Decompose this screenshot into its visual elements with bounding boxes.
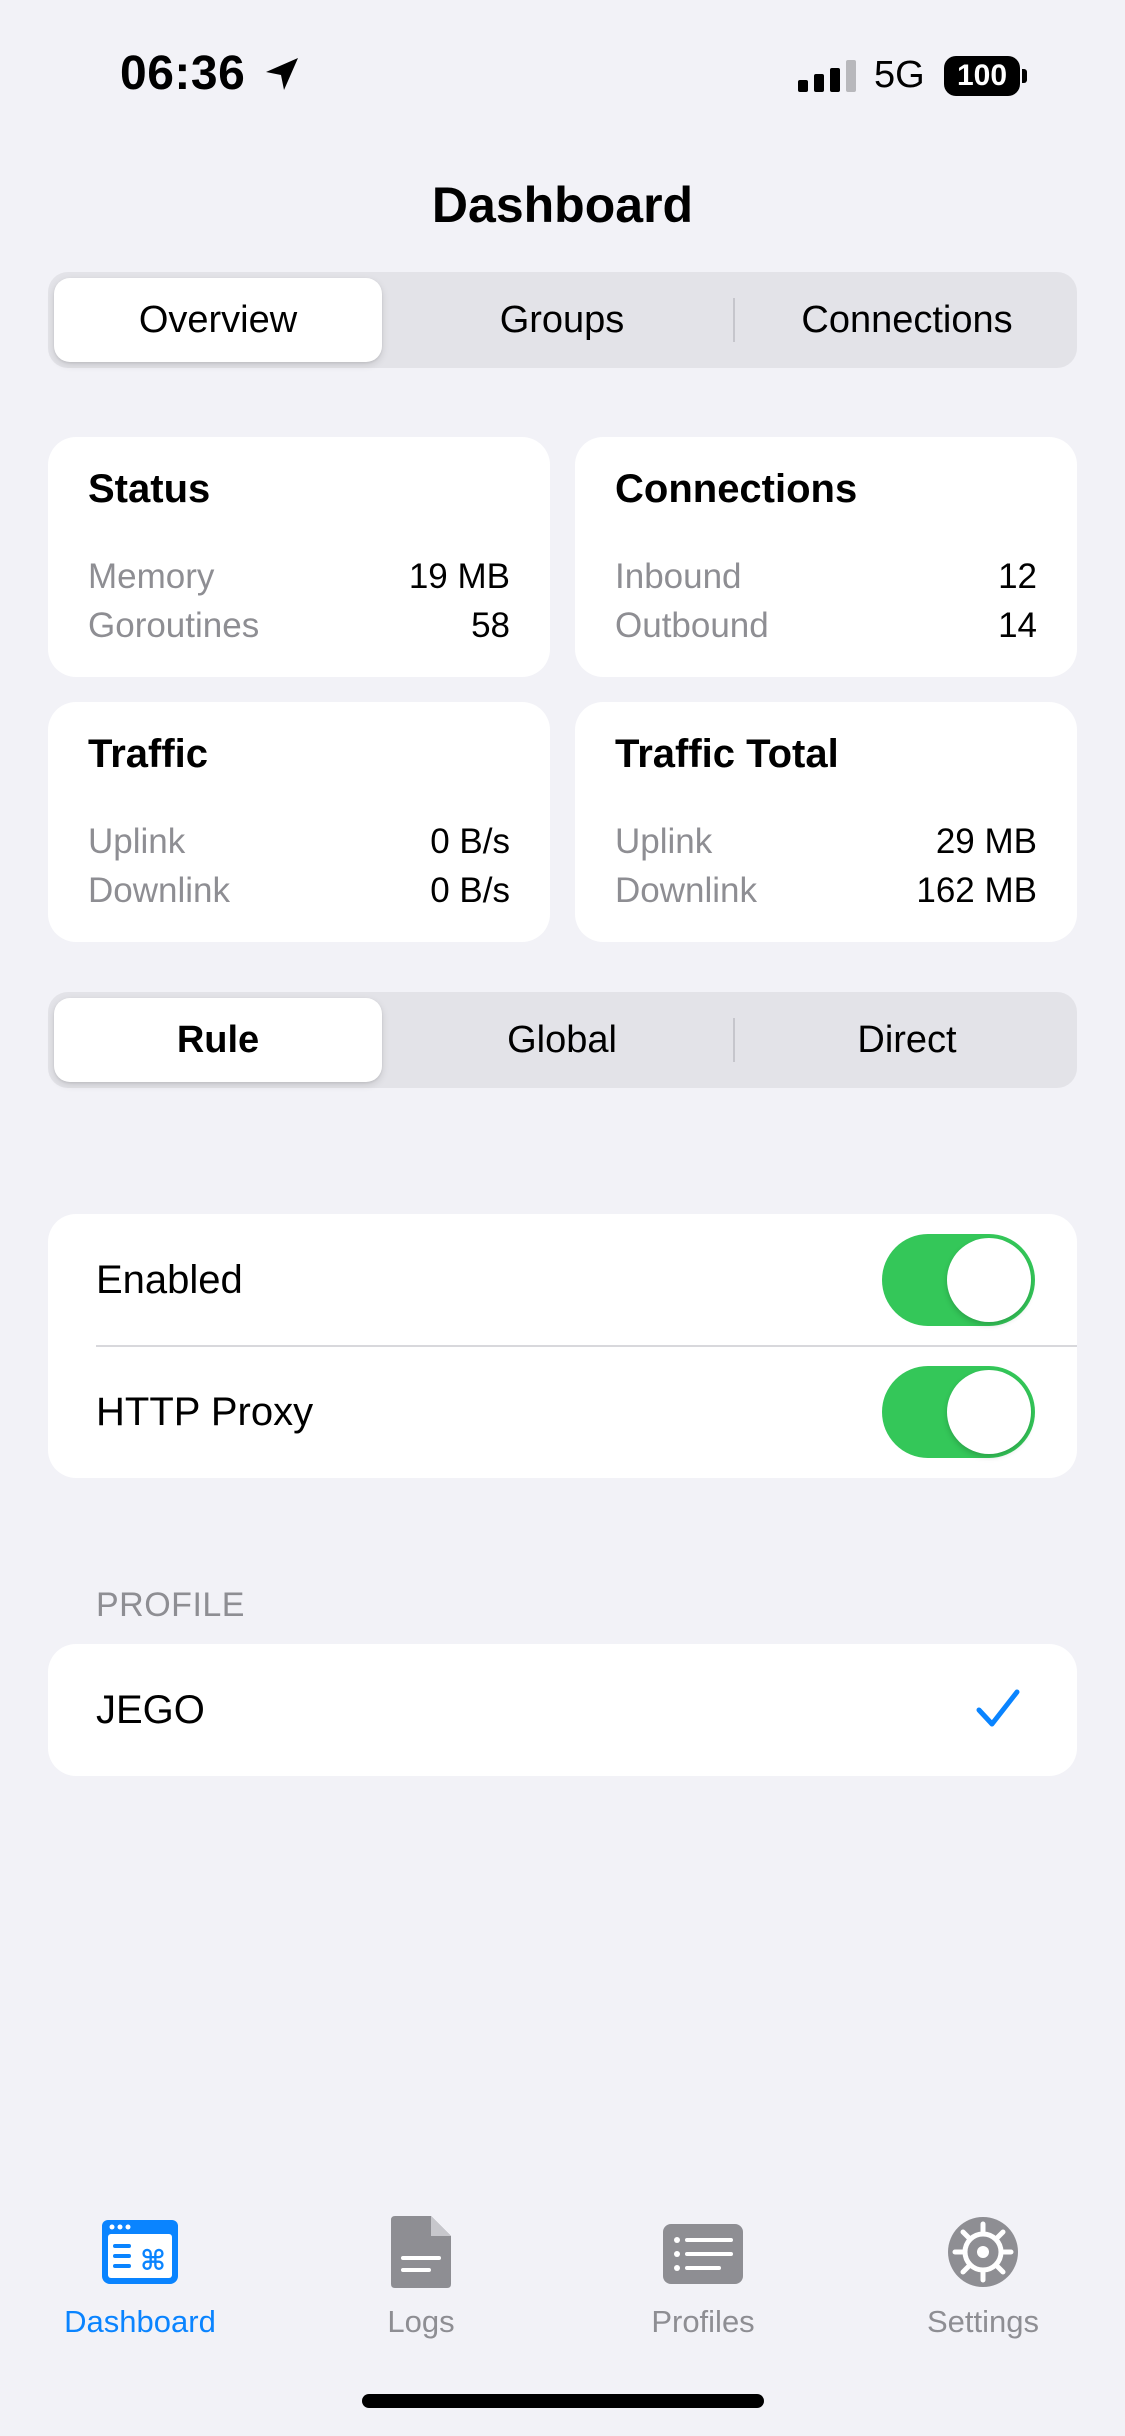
- profile-row-jego[interactable]: JEGO: [48, 1644, 1077, 1776]
- profile-name: JEGO: [96, 1688, 205, 1732]
- outbound-label: Outbound: [615, 606, 769, 645]
- inbound-label: Inbound: [615, 557, 742, 596]
- enabled-row[interactable]: Enabled: [48, 1214, 1077, 1347]
- home-indicator: [362, 2394, 764, 2408]
- profile-group: JEGO: [48, 1644, 1077, 1776]
- mode-rule[interactable]: Rule: [54, 998, 382, 1082]
- dashboard-icon: ⌘: [102, 2220, 178, 2284]
- http-proxy-label: HTTP Proxy: [96, 1390, 314, 1434]
- segment-groups[interactable]: Groups: [398, 278, 726, 362]
- tab-settings[interactable]: Settings: [863, 2214, 1103, 2354]
- document-icon: [391, 2216, 451, 2288]
- status-time: 06:36: [120, 47, 246, 100]
- enabled-toggle[interactable]: [882, 1234, 1035, 1326]
- uplink-total-label: Uplink: [615, 822, 713, 861]
- tab-profiles[interactable]: Profiles: [583, 2214, 823, 2354]
- downlink-rate-value: 0 B/s: [430, 871, 510, 910]
- cellular-signal-icon: [798, 60, 856, 92]
- uplink-total-row: Uplink 29 MB: [615, 822, 1037, 866]
- view-segmented-control: Overview Groups Connections: [48, 272, 1077, 368]
- battery-level: 100: [944, 56, 1020, 96]
- status-bar: 06:36 5G 100: [0, 0, 1125, 150]
- mode-segmented-control: Rule Global Direct: [48, 992, 1077, 1088]
- memory-row: Memory 19 MB: [88, 557, 510, 601]
- status-card: Status Memory 19 MB Goroutines 58: [48, 437, 550, 677]
- connections-card: Connections Inbound 12 Outbound 14: [575, 437, 1077, 677]
- goroutines-label: Goroutines: [88, 606, 260, 645]
- location-arrow-icon: [266, 58, 298, 90]
- traffic-card: Traffic Uplink 0 B/s Downlink 0 B/s: [48, 702, 550, 942]
- segment-divider: [733, 298, 735, 342]
- toggle-knob: [947, 1370, 1031, 1454]
- tab-dashboard-label: Dashboard: [64, 2304, 216, 2339]
- battery-cap: [1022, 69, 1027, 83]
- svg-text:⌘: ⌘: [140, 2244, 166, 2277]
- downlink-total-value: 162 MB: [916, 871, 1037, 910]
- switch-group: Enabled HTTP Proxy: [48, 1214, 1077, 1478]
- http-proxy-toggle[interactable]: [882, 1366, 1035, 1458]
- inbound-value: 12: [998, 557, 1037, 596]
- downlink-rate-label: Downlink: [88, 871, 230, 910]
- mode-global[interactable]: Global: [398, 998, 726, 1082]
- tab-dashboard[interactable]: ⌘ Dashboard: [20, 2214, 260, 2354]
- inbound-row: Inbound 12: [615, 557, 1037, 601]
- uplink-rate-row: Uplink 0 B/s: [88, 822, 510, 866]
- page-title: Dashboard: [431, 177, 694, 233]
- memory-value: 19 MB: [408, 557, 510, 596]
- status-card-title: Status: [88, 467, 211, 511]
- outbound-value: 14: [998, 606, 1037, 645]
- traffic-total-card-title: Traffic Total: [615, 732, 839, 776]
- segment-overview[interactable]: Overview: [54, 278, 382, 362]
- uplink-total-value: 29 MB: [935, 822, 1037, 861]
- connections-card-title: Connections: [615, 467, 858, 511]
- toggle-knob: [947, 1238, 1031, 1322]
- mode-direct[interactable]: Direct: [743, 998, 1071, 1082]
- gear-icon: [948, 2217, 1018, 2287]
- traffic-total-card: Traffic Total Uplink 29 MB Downlink 162 …: [575, 702, 1077, 942]
- battery-icon: 100: [944, 56, 1028, 96]
- uplink-rate-value: 0 B/s: [430, 822, 510, 861]
- traffic-card-title: Traffic: [88, 732, 209, 776]
- downlink-total-row: Downlink 162 MB: [615, 871, 1037, 915]
- checkmark-icon: [976, 1689, 1020, 1727]
- list-icon: [663, 2224, 743, 2284]
- goroutines-row: Goroutines 58: [88, 606, 510, 650]
- memory-label: Memory: [88, 557, 215, 596]
- http-proxy-row[interactable]: HTTP Proxy: [48, 1346, 1077, 1478]
- downlink-rate-row: Downlink 0 B/s: [88, 871, 510, 915]
- tab-profiles-label: Profiles: [651, 2304, 755, 2339]
- network-type: 5G: [874, 54, 925, 96]
- segment-connections[interactable]: Connections: [743, 278, 1071, 362]
- uplink-rate-label: Uplink: [88, 822, 186, 861]
- segment-divider: [733, 1018, 735, 1062]
- tab-logs-label: Logs: [387, 2304, 455, 2339]
- profile-section-header: PROFILE: [96, 1586, 245, 1624]
- enabled-label: Enabled: [96, 1258, 243, 1302]
- tab-logs[interactable]: Logs: [301, 2214, 541, 2354]
- goroutines-value: 58: [471, 606, 510, 645]
- outbound-row: Outbound 14: [615, 606, 1037, 650]
- downlink-total-label: Downlink: [615, 871, 757, 910]
- tab-settings-label: Settings: [926, 2304, 1039, 2339]
